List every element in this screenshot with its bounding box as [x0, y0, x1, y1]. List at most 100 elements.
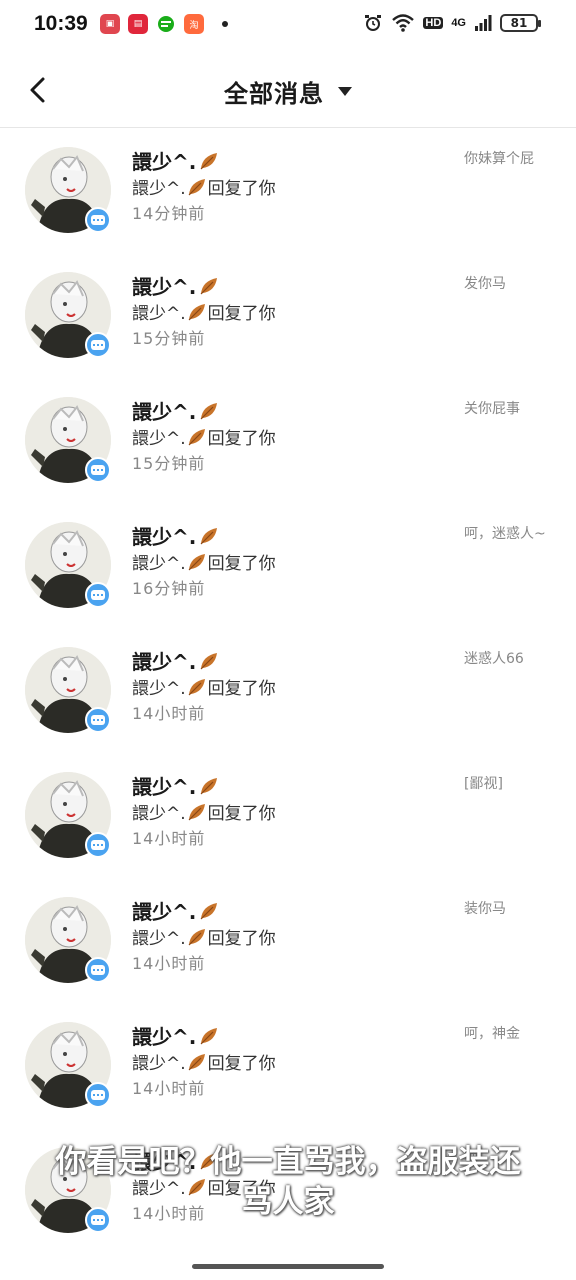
avatar[interactable] — [25, 1022, 113, 1110]
wifi-icon — [392, 14, 415, 32]
video-subtitle: 你看是吧？他一直骂我，盗服装还 骂人家 — [0, 1142, 576, 1222]
message-time: 14小时前 — [132, 1079, 206, 1098]
more-notifications-dot — [222, 21, 228, 27]
chat-bubble-icon — [85, 207, 111, 233]
avatar[interactable] — [25, 647, 113, 735]
message-row[interactable]: 譞少^. 譞少^. 回复了你 14小时前 呵，神金 — [0, 1003, 576, 1128]
avatar[interactable] — [25, 772, 113, 860]
reply-text: 回复了你 — [207, 429, 276, 449]
reply-sender: 譞少^. — [132, 304, 186, 324]
reply-notice: 譞少^. 回复了你 — [132, 424, 276, 449]
sender-name: 譞少^. — [132, 650, 197, 674]
message-time: 14小时前 — [132, 704, 206, 723]
message-filter-dropdown[interactable]: 全部消息 — [0, 74, 576, 109]
original-comment-preview[interactable]: 发你马 — [464, 273, 554, 295]
video-app-icon: ▣ — [100, 14, 120, 34]
message-time: 14小时前 — [132, 954, 206, 973]
original-comment-preview[interactable]: 装你马 — [464, 898, 554, 920]
sender-name: 譞少^. — [132, 1025, 197, 1049]
top-bar: 全部消息 — [0, 50, 576, 128]
hd-label: HD — [423, 17, 444, 29]
leaf-icon — [188, 678, 205, 695]
original-comment-preview[interactable]: 你妹算个屁 — [464, 148, 554, 170]
reply-notice: 譞少^. 回复了你 — [132, 799, 276, 824]
message-row[interactable]: 譞少^. 譞少^. 回复了你 14分钟前 你妹算个屁 — [0, 128, 576, 253]
leaf-icon — [188, 178, 205, 195]
leaf-icon — [200, 1027, 218, 1044]
avatar[interactable] — [25, 897, 113, 985]
leaf-icon — [188, 803, 205, 820]
message-row[interactable]: 譞少^. 譞少^. 回复了你 16分钟前 呵，迷惑人~ — [0, 503, 576, 628]
home-indicator[interactable] — [192, 1264, 384, 1269]
avatar[interactable] — [25, 147, 113, 235]
avatar[interactable] — [25, 397, 113, 485]
reply-notice: 譞少^. 回复了你 — [132, 174, 276, 199]
leaf-icon — [188, 928, 205, 945]
subtitle-line-2: 骂人家 — [241, 1184, 335, 1220]
reply-text: 回复了你 — [207, 554, 276, 574]
signal-icon — [475, 15, 492, 31]
subtitle-line-1: 你看是吧？他一直骂我，盗服装还 — [55, 1144, 521, 1180]
leaf-icon — [200, 902, 218, 919]
reply-sender: 譞少^. — [132, 679, 186, 699]
caret-down-icon — [338, 87, 352, 96]
sender-name: 譞少^. — [132, 525, 197, 549]
page-title: 全部消息 — [224, 80, 324, 108]
news-app-icon: ▤ — [128, 14, 148, 34]
original-comment-preview[interactable]: 呵，神金 — [464, 1023, 554, 1045]
battery-indicator: 81 — [500, 14, 541, 32]
chat-bubble-icon — [85, 457, 111, 483]
reply-text: 回复了你 — [207, 804, 276, 824]
system-icons: HD 4G 81 — [363, 13, 541, 33]
original-comment-preview[interactable]: 关你屁事 — [464, 398, 554, 420]
reply-text: 回复了你 — [207, 304, 276, 324]
avatar[interactable] — [25, 522, 113, 610]
leaf-icon — [188, 303, 205, 320]
original-comment-preview[interactable]: 迷惑人66 — [464, 648, 554, 670]
leaf-icon — [200, 777, 218, 794]
leaf-icon — [200, 152, 218, 169]
message-row[interactable]: 譞少^. 譞少^. 回复了你 14小时前 [鄙视] — [0, 753, 576, 878]
reply-notice: 譞少^. 回复了你 — [132, 299, 276, 324]
chat-bubble-icon — [85, 582, 111, 608]
message-time: 15分钟前 — [132, 329, 206, 348]
message-row[interactable]: 譞少^. 譞少^. 回复了你 15分钟前 发你马 — [0, 253, 576, 378]
avatar[interactable] — [25, 272, 113, 360]
leaf-icon — [200, 652, 218, 669]
reply-text: 回复了你 — [207, 929, 276, 949]
taobao-app-icon: 淘 — [184, 14, 204, 34]
leaf-icon — [200, 277, 218, 294]
reply-notice: 譞少^. 回复了你 — [132, 1049, 276, 1074]
sender-name: 譞少^. — [132, 150, 197, 174]
message-row[interactable]: 譞少^. 譞少^. 回复了你 14小时前 迷惑人66 — [0, 628, 576, 753]
reply-text: 回复了你 — [207, 679, 276, 699]
reply-sender: 譞少^. — [132, 929, 186, 949]
message-row[interactable]: 譞少^. 譞少^. 回复了你 15分钟前 关你屁事 — [0, 378, 576, 503]
original-comment-preview[interactable]: 呵，迷惑人~ — [464, 523, 554, 545]
reply-sender: 譞少^. — [132, 179, 186, 199]
reply-sender: 譞少^. — [132, 804, 186, 824]
sender-name: 譞少^. — [132, 275, 197, 299]
message-time: 14分钟前 — [132, 204, 206, 223]
reply-notice: 譞少^. 回复了你 — [132, 549, 276, 574]
message-row[interactable]: 譞少^. 譞少^. 回复了你 14小时前 装你马 — [0, 878, 576, 1003]
reply-text: 回复了你 — [207, 1054, 276, 1074]
status-bar: 10:39 ▣ ▤ 淘 HD 4G 81 — [0, 0, 576, 50]
leaf-icon — [188, 1053, 205, 1070]
original-comment-preview[interactable]: [鄙视] — [464, 773, 554, 795]
message-time: 16分钟前 — [132, 579, 206, 598]
chat-bubble-icon — [85, 957, 111, 983]
leaf-icon — [200, 402, 218, 419]
sender-name: 譞少^. — [132, 400, 197, 424]
reply-sender: 譞少^. — [132, 429, 186, 449]
reply-sender: 譞少^. — [132, 554, 186, 574]
chat-bubble-icon — [85, 332, 111, 358]
reply-sender: 譞少^. — [132, 1054, 186, 1074]
leaf-icon — [188, 428, 205, 445]
leaf-icon — [200, 527, 218, 544]
chat-bubble-icon — [85, 1082, 111, 1108]
reply-text: 回复了你 — [207, 179, 276, 199]
chat-bubble-icon — [85, 832, 111, 858]
reply-notice: 譞少^. 回复了你 — [132, 924, 276, 949]
chat-bubble-icon — [85, 707, 111, 733]
